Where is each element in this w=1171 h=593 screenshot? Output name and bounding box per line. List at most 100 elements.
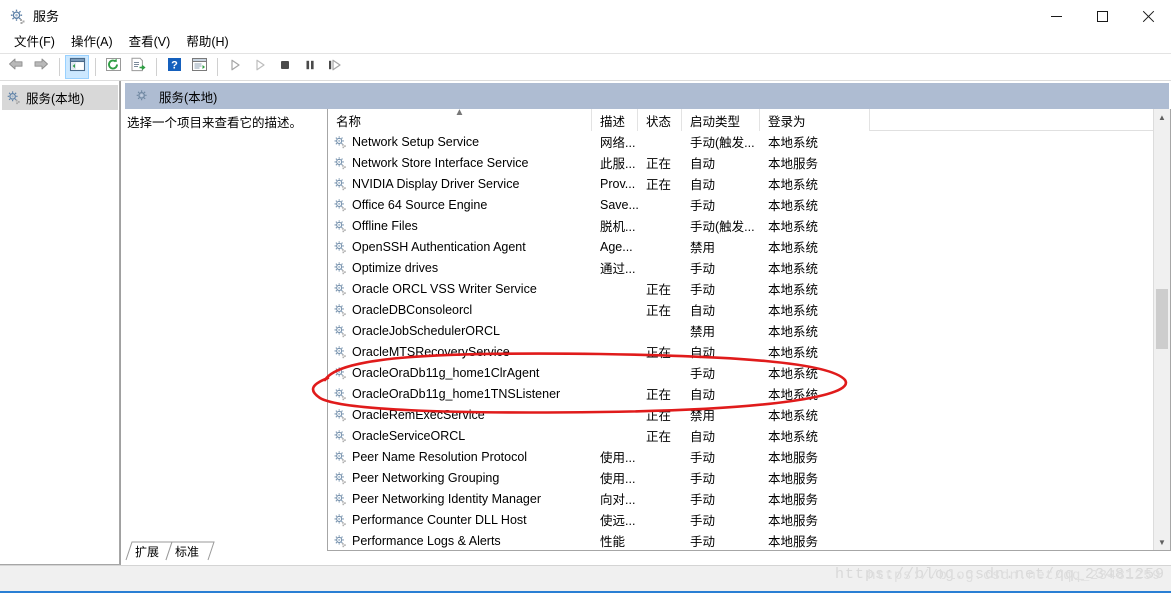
column-header-log-on-as[interactable]: 登录为: [760, 109, 870, 131]
minimize-icon: [1050, 15, 1062, 17]
table-row[interactable]: OracleServiceORCL 正在 自动 本地系统: [328, 425, 1170, 446]
cell-startup-type: 手动: [690, 199, 716, 213]
refresh-button[interactable]: [101, 55, 125, 79]
service-gear-icon: [333, 345, 347, 359]
resume-service-button[interactable]: [248, 55, 272, 79]
table-row[interactable]: OracleOraDb11g_home1TNSListener 正在 自动 本地系统: [328, 383, 1170, 404]
menu-bar: 文件(F) 操作(A) 查看(V) 帮助(H): [0, 32, 1171, 53]
cell-status: [638, 467, 682, 488]
cell-status: 正在: [646, 409, 672, 423]
minimize-button[interactable]: [1033, 0, 1079, 32]
pause-service-button[interactable]: [298, 55, 322, 79]
cell-log-on-as: 本地服务: [768, 493, 819, 507]
menu-action[interactable]: 操作(A): [63, 33, 121, 52]
cell-status: [638, 257, 682, 278]
table-row[interactable]: OracleOraDb11g_home1ClrAgent 手动 本地系统: [328, 362, 1170, 383]
service-gear-icon: [333, 219, 347, 233]
start-service-button[interactable]: [223, 55, 247, 79]
table-row[interactable]: Peer Name Resolution Protocol 使用... 手动 本地服务: [328, 446, 1170, 467]
description-panel: 选择一个项目来查看它的描述。: [125, 111, 325, 551]
cell-status: [638, 131, 682, 152]
refresh-icon: [105, 57, 122, 77]
cell-log-on-as: 本地服务: [768, 157, 819, 171]
cell-service-name: OracleJobSchedulerORCL: [328, 320, 592, 341]
menu-help[interactable]: 帮助(H): [178, 33, 236, 52]
service-name-label: OracleMTSRecoveryService: [352, 344, 510, 359]
table-row[interactable]: Network Store Interface Service 此服... 正在 自动…: [328, 152, 1170, 173]
service-gear-icon: [333, 324, 347, 338]
table-row[interactable]: OracleDBConsoleorcl 正在 自动 本地系统: [328, 299, 1170, 320]
cell-service-name: Optimize drives: [328, 257, 592, 278]
cell-log-on-as: 本地系统: [768, 430, 819, 444]
vertical-scrollbar[interactable]: ▲ ▼: [1153, 109, 1170, 550]
column-header-name-label: 名称: [336, 114, 362, 129]
service-gear-icon: [333, 450, 347, 464]
service-name-label: Network Setup Service: [352, 134, 480, 149]
maximize-button[interactable]: [1079, 0, 1125, 32]
cell-startup-type: 手动: [690, 283, 716, 297]
view-tabs: 扩展 标准: [121, 541, 1171, 565]
cell-service-name: Network Store Interface Service: [328, 152, 592, 173]
table-row[interactable]: Network Setup Service 网络... 手动(触发... 本地系统: [328, 131, 1170, 152]
service-name-label: OracleJobSchedulerORCL: [352, 323, 500, 338]
column-header-description[interactable]: 描述: [592, 109, 638, 131]
column-header-log-on-as-label: 登录为: [768, 114, 806, 129]
cell-description: Save...: [600, 197, 638, 212]
tab-standard[interactable]: 标准: [165, 541, 215, 561]
results-pane: 服务(本地) 选择一个项目来查看它的描述。 名称 ▲ 描述 状态 启动类型 登录…: [121, 81, 1171, 565]
cell-status: 正在: [646, 157, 672, 171]
menu-file[interactable]: 文件(F): [6, 33, 63, 52]
table-row[interactable]: OracleMTSRecoveryService 正在 自动 本地系统: [328, 341, 1170, 362]
pause-service-icon: [303, 58, 317, 77]
toolbar-separator: [217, 58, 218, 76]
cell-startup-type: 手动: [690, 472, 716, 486]
cell-status: 正在: [646, 430, 672, 444]
table-row[interactable]: Peer Networking Identity Manager 向对... 手动 本…: [328, 488, 1170, 509]
export-list-button[interactable]: [126, 55, 150, 79]
restart-service-button[interactable]: [323, 55, 347, 79]
menu-view[interactable]: 查看(V): [121, 33, 179, 52]
stop-service-button[interactable]: [273, 55, 297, 79]
column-header-name[interactable]: 名称 ▲: [328, 109, 592, 131]
column-header-status[interactable]: 状态: [638, 109, 682, 131]
table-row[interactable]: OpenSSH Authentication Agent Age... 禁用 本地系统: [328, 236, 1170, 257]
help-button[interactable]: ?: [162, 55, 186, 79]
close-button[interactable]: [1125, 0, 1171, 32]
show-hide-tree-button[interactable]: [65, 55, 89, 79]
table-row[interactable]: OracleJobSchedulerORCL 禁用 本地系统: [328, 320, 1170, 341]
service-gear-icon: [333, 240, 347, 254]
table-row[interactable]: Office 64 Source Engine Save... 手动 本地系统: [328, 194, 1170, 215]
table-row[interactable]: OracleRemExecService 正在 禁用 本地系统: [328, 404, 1170, 425]
cell-description: [592, 299, 638, 320]
service-gear-icon: [333, 513, 347, 527]
table-row[interactable]: Offline Files 脱机... 手动(触发... 本地系统: [328, 215, 1170, 236]
properties-button[interactable]: [187, 55, 211, 79]
table-row[interactable]: Performance Counter DLL Host 使远... 手动 本地服务: [328, 509, 1170, 530]
help-icon: ?: [167, 57, 182, 77]
service-gear-icon: [333, 177, 347, 191]
table-row[interactable]: NVIDIA Display Driver Service Prov... 正在 自动…: [328, 173, 1170, 194]
cell-status: [638, 320, 682, 341]
table-row[interactable]: Oracle ORCL VSS Writer Service 正在 手动 本地系统: [328, 278, 1170, 299]
column-header-status-label: 状态: [646, 114, 672, 129]
back-button[interactable]: [4, 55, 28, 79]
table-row[interactable]: Optimize drives 通过... 手动 本地系统: [328, 257, 1170, 278]
services-window: 服务 文件(F) 操作(A) 查看(V) 帮助(H) ? 服务(本地) 服务(本…: [0, 0, 1171, 593]
services-list: 名称 ▲ 描述 状态 启动类型 登录为 Network Setup Servic…: [327, 109, 1171, 551]
cell-status: [638, 215, 682, 236]
cell-description: Prov...: [600, 176, 636, 191]
column-header-description-label: 描述: [600, 114, 626, 129]
forward-button[interactable]: [29, 55, 53, 79]
cell-description: [592, 362, 638, 383]
table-row[interactable]: Peer Networking Grouping 使用... 手动 本地服务: [328, 467, 1170, 488]
cell-startup-type: 手动: [690, 367, 716, 381]
service-name-label: OracleOraDb11g_home1ClrAgent: [352, 365, 540, 380]
cell-log-on-as: 本地系统: [768, 136, 819, 150]
scroll-up-icon[interactable]: ▲: [1154, 109, 1170, 126]
cell-description: [592, 425, 638, 446]
cell-log-on-as: 本地系统: [768, 262, 819, 276]
toolbar: ?: [0, 53, 1171, 81]
scrollbar-thumb[interactable]: [1156, 289, 1168, 349]
service-name-label: NVIDIA Display Driver Service: [352, 176, 520, 191]
column-header-startup-type[interactable]: 启动类型: [682, 109, 760, 131]
